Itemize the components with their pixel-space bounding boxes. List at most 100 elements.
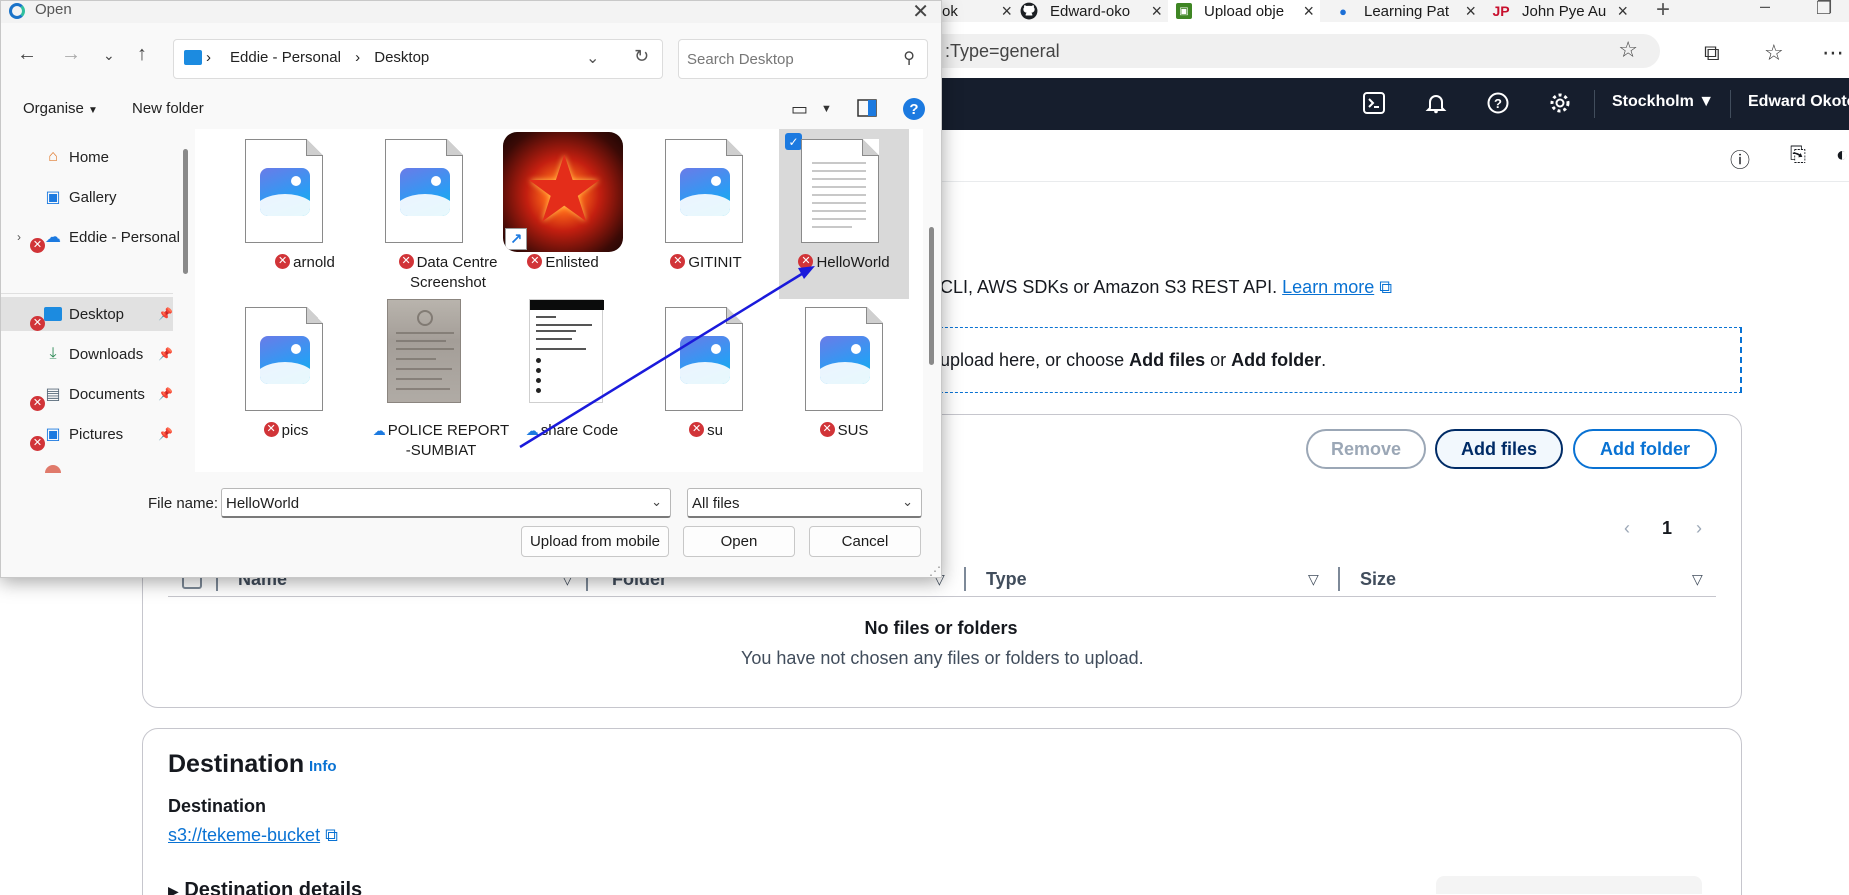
next-page-icon[interactable]: › <box>1696 518 1702 539</box>
destination-details-toggle[interactable]: ▶ Destination details <box>168 879 362 895</box>
file-item-share-code[interactable]: ☁ share Code <box>477 297 618 467</box>
breadcrumb-item[interactable]: Desktop <box>374 49 429 66</box>
header-divider <box>1730 90 1731 118</box>
nav-item-downloads[interactable]: ⤓ Downloads 📌 <box>1 337 173 371</box>
more-icon[interactable]: ⋯ <box>1822 40 1844 66</box>
file-pane-scrollbar[interactable] <box>929 227 934 365</box>
file-type-select[interactable]: All files ⌄ <box>687 488 922 518</box>
browser-tab-3-active[interactable]: ▣ Upload obje × <box>1168 0 1320 22</box>
help-icon[interactable]: ? <box>903 98 925 120</box>
extensions-icon[interactable]: ⧉ <box>1704 40 1720 66</box>
organise-menu[interactable]: Organise ▼ <box>23 100 98 117</box>
cancel-button[interactable]: Cancel <box>809 526 921 557</box>
column-size[interactable]: Size <box>1360 569 1396 590</box>
nav-item-onedrive[interactable]: › ☁ ✕ Eddie - Personal <box>1 220 180 254</box>
column-type[interactable]: Type <box>986 569 1027 590</box>
resize-grip-icon[interactable]: ⋰ <box>929 564 941 578</box>
add-files-button[interactable]: Add files <box>1435 429 1563 469</box>
destination-link[interactable]: s3://tekeme-bucket ⧉ <box>168 825 338 846</box>
settings-gear-icon[interactable] <box>1548 91 1572 115</box>
preview-pane-icon[interactable] <box>857 99 877 122</box>
add-folder-button[interactable]: Add folder <box>1573 429 1717 469</box>
close-tab-icon[interactable]: × <box>1001 1 1012 22</box>
selected-checkbox-icon[interactable]: ✓ <box>785 133 802 150</box>
new-folder-button[interactable]: New folder <box>132 100 204 117</box>
sort-size-icon[interactable]: ▽ <box>1692 571 1703 588</box>
search-input[interactable] <box>687 48 887 70</box>
nav-item-gallery[interactable]: ▣ Gallery <box>1 180 173 214</box>
settings-panel-icon[interactable]: ◐ <box>1836 144 1848 167</box>
remove-button[interactable]: Remove <box>1306 429 1426 469</box>
browser-tab-5[interactable]: JP John Pye Au × <box>1482 0 1634 22</box>
pin-icon[interactable]: 📌 <box>158 427 173 441</box>
browser-tab-2[interactable]: Edward-oko × <box>1018 0 1168 22</box>
image-file-icon <box>245 139 323 243</box>
chevron-down-icon[interactable]: ⌄ <box>586 48 599 68</box>
browser-tab-4[interactable]: ● Learning Pat × <box>1320 0 1482 22</box>
file-item-su[interactable]: ✕ su <box>615 297 745 467</box>
bucket-link[interactable]: s3://tekeme-bucket <box>168 825 320 845</box>
close-dialog-icon[interactable]: ✕ <box>912 0 929 24</box>
github-icon <box>1020 2 1038 20</box>
destination-info-link[interactable]: Info <box>309 758 337 775</box>
nav-item-home[interactable]: ⌂ Home <box>1 140 173 174</box>
pin-icon[interactable]: 📌 <box>158 387 173 401</box>
close-tab-icon[interactable]: × <box>1303 1 1314 22</box>
sort-type-icon[interactable]: ▽ <box>1308 571 1319 588</box>
file-item-sus[interactable]: ✕ SUS <box>779 297 909 467</box>
previous-page-icon[interactable]: ‹ <box>1624 518 1630 539</box>
back-arrow-icon[interactable]: ← <box>17 43 37 66</box>
chevron-down-icon[interactable]: ⌄ <box>651 494 662 510</box>
file-item-arnold[interactable]: ✕ arnold <box>195 129 335 299</box>
favorites-icon[interactable]: ☆ <box>1764 40 1784 66</box>
up-arrow-icon[interactable]: ↑ <box>137 43 147 66</box>
close-tab-icon[interactable]: × <box>1617 1 1628 22</box>
file-item-pics[interactable]: ✕ pics <box>195 297 325 467</box>
file-item-helloworld[interactable]: ✓ ✕ HelloWorld <box>779 129 909 299</box>
account-menu[interactable]: Edward Okoto <box>1748 93 1849 111</box>
upload-from-mobile-button[interactable]: Upload from mobile <box>521 526 669 557</box>
new-tab-icon[interactable]: + <box>1656 0 1670 24</box>
view-options-icon[interactable]: ▭ <box>791 99 808 120</box>
breadcrumb-separator-icon: › <box>355 49 361 66</box>
file-name: su <box>707 422 723 439</box>
close-tab-icon[interactable]: × <box>1151 1 1162 22</box>
close-tab-icon[interactable]: × <box>1465 1 1476 22</box>
breadcrumb[interactable]: › Eddie - Personal › Desktop ⌄ ↻ <box>173 39 663 79</box>
notifications-bell-icon[interactable] <box>1424 91 1448 115</box>
open-button[interactable]: Open <box>683 526 795 557</box>
nav-item-desktop[interactable]: ✕ Desktop 📌 <box>1 297 173 331</box>
file-item-data-centre-screenshot[interactable]: ✕ Data Centre Screenshot <box>333 129 497 299</box>
recent-locations-chevron-icon[interactable]: ⌄ <box>103 47 115 64</box>
page-number[interactable]: 1 <box>1662 518 1672 539</box>
minimize-window-icon[interactable]: – <box>1760 0 1770 17</box>
forward-arrow-icon[interactable]: → <box>61 43 81 66</box>
browser-tab-1[interactable]: ok × <box>942 0 1018 22</box>
learn-more-link[interactable]: Learn more <box>1282 277 1374 297</box>
file-name-label: File name: <box>148 495 219 512</box>
expand-chevron-icon[interactable]: › <box>17 230 21 244</box>
nav-item-documents[interactable]: ▤ ✕ Documents 📌 <box>1 377 173 411</box>
notes-panel-icon[interactable]: ⎘ <box>1790 144 1806 167</box>
file-name-combobox[interactable]: ⌄ <box>221 488 671 518</box>
help-circle-icon[interactable]: ? <box>1486 91 1510 115</box>
drop-add-folder: Add folder <box>1231 350 1322 370</box>
url-field[interactable]: :Type=general ☆ <box>900 34 1660 68</box>
file-item-enlisted[interactable]: ★ ↗ ✕ Enlisted <box>477 129 623 299</box>
favorite-star-icon[interactable]: ☆ <box>1618 37 1638 63</box>
search-box[interactable]: ⚲ <box>678 39 928 79</box>
refresh-icon[interactable]: ↻ <box>634 46 649 67</box>
breadcrumb-item[interactable]: Eddie - Personal <box>230 49 341 66</box>
file-item-police-report[interactable]: ☁ POLICE REPORT -SUMBIAT <box>333 297 509 467</box>
nav-item-pictures[interactable]: ▣ ✕ Pictures 📌 <box>1 417 173 451</box>
restore-window-icon[interactable]: ❐ <box>1816 0 1832 19</box>
pin-icon[interactable]: 📌 <box>158 347 173 361</box>
file-name-input[interactable] <box>226 493 626 513</box>
pin-icon[interactable]: 📌 <box>158 307 173 321</box>
cloudshell-icon[interactable] <box>1362 91 1386 115</box>
file-item-gitinit[interactable]: ✕ GITINIT <box>615 129 745 299</box>
region-selector[interactable]: Stockholm ▼ <box>1612 93 1714 111</box>
navigation-scrollbar[interactable] <box>183 149 188 274</box>
view-dropdown-icon[interactable]: ▼ <box>821 103 832 115</box>
info-circle-icon[interactable]: ⓘ <box>1730 144 1750 173</box>
